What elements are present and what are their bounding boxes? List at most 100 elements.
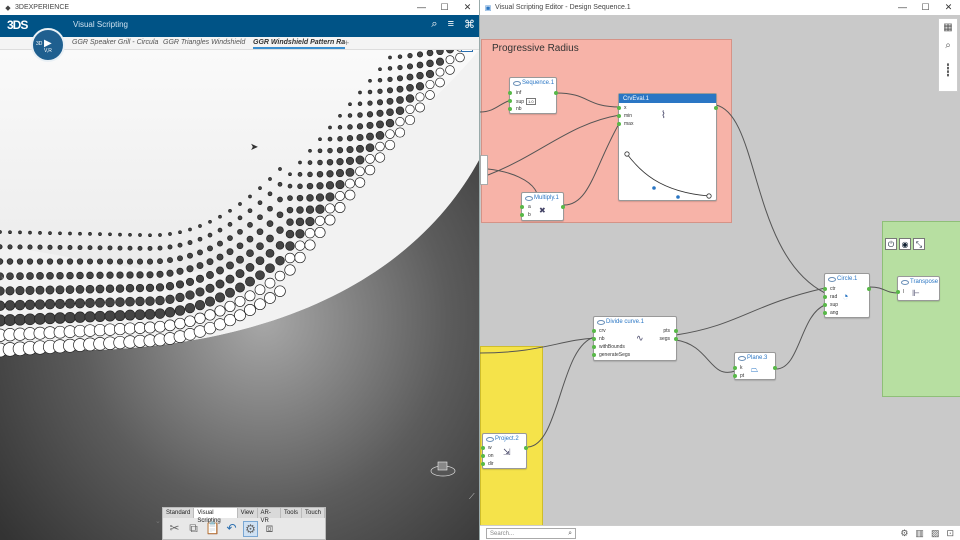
fit-icon[interactable]: ⊡	[946, 528, 954, 539]
toolbar-tab-visual-scripting[interactable]: Visual Scripting	[194, 508, 238, 524]
port-dot[interactable]	[561, 205, 565, 209]
port-dot[interactable]	[481, 462, 485, 466]
compass-button[interactable]: 3D ▶ V,R	[31, 28, 65, 62]
node-crveval[interactable]: CrvEval.1 x min max ⌇	[617, 93, 718, 201]
circle-icon: ◔	[842, 291, 849, 303]
perforation-hole	[96, 271, 104, 279]
node-plane[interactable]: Plane.3 k pt ⏢	[733, 352, 777, 380]
fullscreen-icon[interactable]: ⤢	[461, 50, 473, 52]
port-dot[interactable]	[617, 122, 621, 126]
node-graph-canvas[interactable]: Progressive Radius ⏻ ◉ ⤡ Sequence.1 inf …	[480, 15, 960, 525]
3d-viewport[interactable]: ➤ ⤢ › ⟋	[0, 50, 479, 540]
paste-icon[interactable]: 📋	[205, 521, 220, 537]
tab-speaker-grill[interactable]: GGR Speaker Grill - Circula	[72, 39, 158, 46]
port-dot[interactable]	[481, 454, 485, 458]
perforation-hole	[357, 112, 363, 118]
tab-triangles-windshield[interactable]: GGR Triangles Windshield	[163, 39, 245, 46]
perforation-hole	[235, 282, 245, 293]
zoom-slider[interactable]: ┋	[939, 55, 957, 91]
port-dot[interactable]	[823, 303, 827, 307]
close-icon[interactable]: ✕	[456, 0, 479, 15]
tab-windshield-pattern[interactable]: GGR Windshield Pattern Ra	[253, 39, 346, 49]
perforation-hole	[97, 245, 103, 251]
left-title-bar[interactable]: ◆ 3DEXPERIENCE — ☐ ✕	[0, 0, 479, 15]
sup-value[interactable]: 1.0	[526, 98, 536, 105]
port-dot[interactable]	[867, 287, 871, 291]
port-dot[interactable]	[481, 446, 485, 450]
port-dot[interactable]	[508, 99, 512, 103]
editor-minimize-icon[interactable]: —	[891, 0, 914, 15]
perforation-hole	[115, 297, 125, 307]
resize-grip-icon[interactable]: ⟋	[469, 492, 475, 502]
node-sequence[interactable]: Sequence.1 inf sup 1.0 nb	[508, 77, 558, 114]
node-divide-curve[interactable]: Divide curve.1 crv nb withBounds generat…	[592, 316, 678, 361]
map-icon[interactable]: ▦	[939, 19, 957, 37]
perforation-hole	[146, 258, 154, 265]
new-tab-icon[interactable]: +	[344, 38, 349, 48]
settings-icon[interactable]: ⚙	[900, 528, 908, 539]
app-header-bar: 3DS 3D ▶ V,R Visual Scripting ⌕ ≡ ⌘	[0, 15, 479, 62]
port-dot[interactable]	[714, 106, 718, 110]
port-dot[interactable]	[592, 353, 596, 357]
port-dot[interactable]	[773, 366, 777, 370]
port-dot[interactable]	[896, 290, 900, 294]
panel-toggle-icon[interactable]: ›	[1, 275, 3, 282]
toolbar-tab-view[interactable]: View	[238, 508, 258, 518]
port-dot[interactable]	[617, 106, 621, 110]
port-dot[interactable]	[733, 374, 737, 378]
undo-icon[interactable]: ↶	[224, 521, 239, 537]
zoom-icon[interactable]: ⌕	[939, 37, 957, 55]
maximize-icon[interactable]: ☐	[433, 0, 456, 15]
toolbar-tab-touch[interactable]: Touch	[302, 508, 325, 518]
toolbar-tab-ar-vr[interactable]: AR-VR	[258, 508, 281, 524]
port-dot[interactable]	[674, 329, 678, 333]
perforation-hole	[106, 258, 114, 265]
editor-close-icon[interactable]: ✕	[937, 0, 960, 15]
port-dot[interactable]	[733, 366, 737, 370]
perforation-hole	[164, 319, 176, 332]
port-dot[interactable]	[823, 295, 827, 299]
editor-maximize-icon[interactable]: ☐	[914, 0, 937, 15]
port-dot[interactable]	[508, 91, 512, 95]
port-dot[interactable]	[524, 446, 528, 450]
port-dot[interactable]	[823, 311, 827, 315]
toolbar-tab-standard[interactable]: Standard	[163, 508, 195, 518]
image-icon[interactable]: ▨	[931, 528, 940, 539]
menu-icon[interactable]: ≡	[448, 18, 454, 31]
perforation-hole	[287, 195, 293, 201]
node-circle-title: Circle.1	[825, 274, 869, 283]
port-dot[interactable]	[674, 337, 678, 341]
graph-icon[interactable]: ⧈	[262, 521, 277, 537]
node-transpose[interactable]: Transpose l ⊩	[896, 276, 940, 301]
port-dot[interactable]	[520, 205, 524, 209]
port-dot[interactable]	[823, 287, 827, 291]
visual-script-icon[interactable]: ⚙	[243, 521, 258, 537]
tag-icon[interactable]: ⌘	[464, 18, 475, 31]
port-dot[interactable]	[592, 329, 596, 333]
port-dot[interactable]	[592, 345, 596, 349]
port-dot[interactable]	[592, 337, 596, 341]
port-dot[interactable]	[554, 91, 558, 95]
perforation-hole	[68, 231, 72, 236]
port-dot[interactable]	[617, 114, 621, 118]
cut-icon[interactable]: ✂	[167, 521, 182, 537]
toolbar-tab-tools[interactable]: Tools	[281, 508, 302, 518]
perforation-hole	[274, 285, 286, 297]
perforation-hole	[445, 55, 455, 65]
copy-icon[interactable]: ⧉	[186, 521, 201, 537]
curve-editor-graph[interactable]	[619, 140, 718, 200]
node-project[interactable]: Project.2 w on dir ⇲	[481, 433, 528, 469]
node-multiply[interactable]: Multiply.1 a b ✖	[520, 192, 565, 221]
node-circle[interactable]: Circle.1 ctr rad sup ang ◔	[823, 273, 871, 318]
right-title-bar[interactable]: ▣ Visual Scripting Editor - Design Seque…	[480, 0, 960, 15]
node-search-input[interactable]: Search... ⌕	[486, 528, 576, 539]
layout-icon[interactable]: ▥	[915, 528, 924, 539]
search-icon[interactable]: ⌕	[431, 18, 437, 31]
perforation-hole	[256, 228, 264, 236]
port-dot[interactable]	[520, 213, 524, 217]
minimize-icon[interactable]: —	[410, 0, 433, 15]
port-a: a	[528, 204, 531, 210]
port-dot[interactable]	[508, 107, 512, 111]
perforation-hole	[364, 164, 376, 176]
toolbar-expand-icon[interactable]: ⌄	[155, 517, 161, 525]
